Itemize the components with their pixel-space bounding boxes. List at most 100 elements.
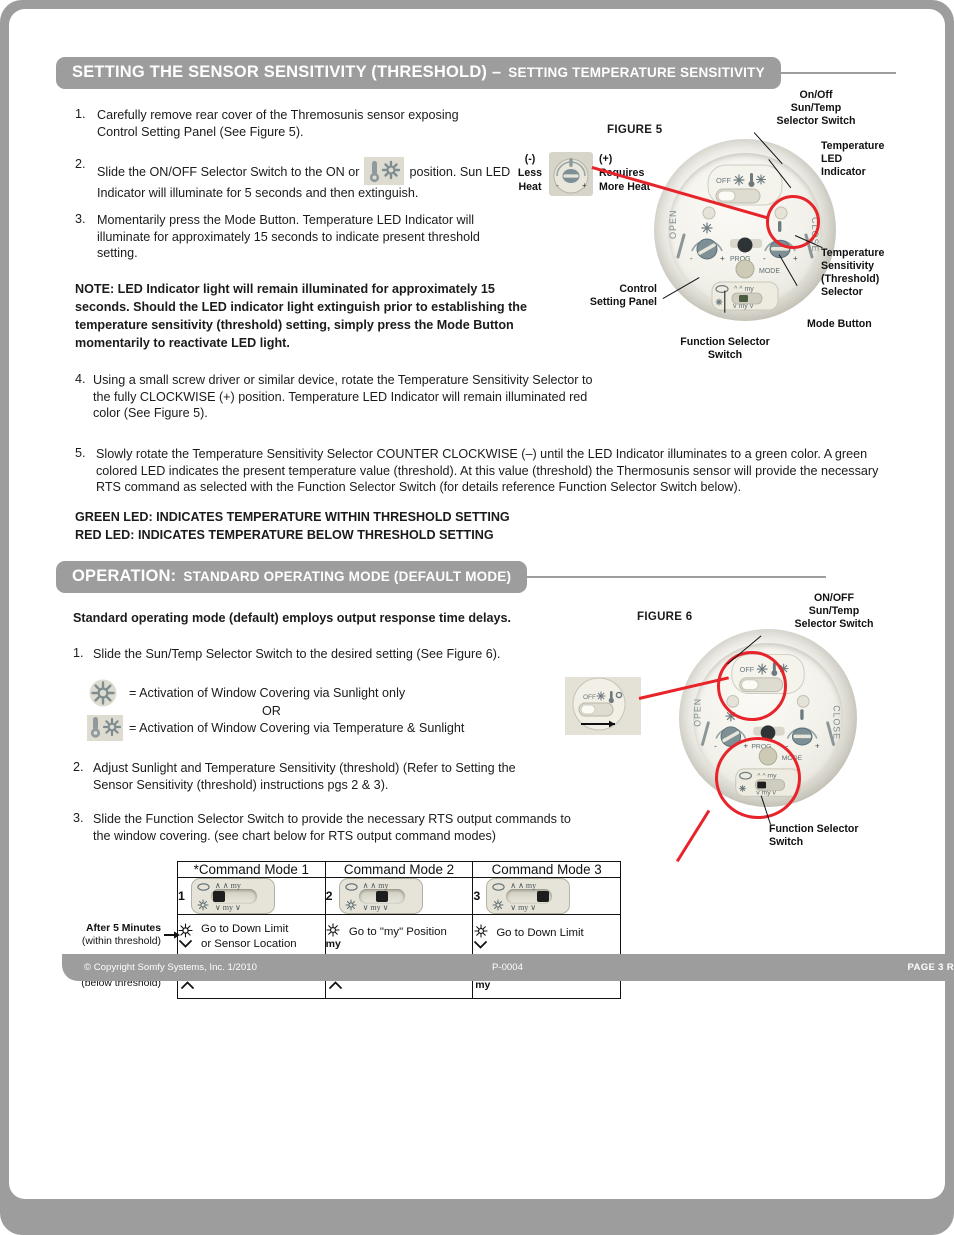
svg-text:-: - — [556, 181, 559, 190]
green-led-note: GREEN LED: INDICATES TEMPERATURE WITHIN … — [75, 510, 510, 524]
banner-pill: SETTING THE SENSOR SENSITIVITY (THRESHOL… — [56, 57, 781, 89]
cell-text-5min-2: Go to "my" Position — [348, 926, 447, 938]
table-row-after-5-minutes: Go to Down Limit or Sensor Location my G… — [177, 914, 621, 959]
note-text: NOTE: LED Indicator light will remain il… — [75, 282, 528, 350]
chevron-down-icon — [179, 940, 192, 949]
chevron-up-icon — [328, 980, 342, 989]
plus-sign: (+) — [599, 153, 613, 165]
figure-5-callout-threshold-selector: Temperature Sensitivity (Threshold) Sele… — [821, 247, 917, 299]
figure-5-callout-led: Temperature LED Indicator — [821, 140, 913, 179]
switch-graphic-mode-3: ∧ ∧ my ∨ my ∨ — [486, 878, 571, 914]
legend-temp-sun-text: = Activation of Window Covering via Temp… — [129, 721, 465, 735]
minus-heat: Heat — [518, 180, 542, 193]
figure-5-callout-control-panel: Control Setting Panel — [565, 283, 657, 309]
table-cell-5min-1: Go to Down Limit or Sensor Location — [177, 914, 326, 959]
legend-or: OR — [262, 704, 281, 718]
label-after-30-minutes: After 30 Minutes (below threshold) ∧ ∧ m… — [53, 954, 954, 990]
my-label: my — [325, 938, 341, 950]
page-footer: © Copyright Somfy Systems, Inc. 1/2010 P… — [62, 954, 954, 981]
cell-text-line1: Go to Down Limit — [201, 923, 289, 936]
banner-title-2: OPERATION: — [72, 567, 177, 585]
table-cell-switch-1: 1 ∧ ∧ my ∨ my ∨ — [177, 877, 326, 915]
table-cell-5min-3: Go to Down Limit — [472, 914, 621, 959]
cell-text-5min-3: Go to Down Limit — [496, 927, 584, 939]
callout-func-l2: Switch — [707, 348, 743, 361]
svg-text:OFF: OFF — [716, 176, 731, 185]
chevron-down-icon — [474, 941, 488, 949]
footer-page-number: PAGE 3 REV 5 — [907, 961, 954, 973]
section-banner-setting-sensitivity: SETTING THE SENSOR SENSITIVITY (THRESHOL… — [56, 57, 896, 89]
switch-graphic-mode-1: ∧ ∧ my ∨ my ∨ — [190, 878, 275, 914]
figure-6-red-pointer-bottom — [675, 809, 711, 863]
figure-5-callout-mode-button: Mode Button — [807, 318, 872, 330]
figure-6-callout-onoff: ON/OFF Sun/Temp Selector Switch — [779, 592, 889, 631]
svg-text:-: - — [714, 741, 717, 750]
banner-rule — [780, 72, 896, 74]
banner-subtitle-2: STANDARD OPERATING MODE (DEFAULT MODE) — [183, 569, 512, 584]
callout-onoff-l3: Selector Switch — [776, 114, 856, 127]
svg-text:+: + — [815, 741, 820, 750]
op-step-1-number: 1. — [73, 646, 84, 660]
legend-temp-sun-icon — [87, 715, 123, 741]
callout-onoff-l1: On/Off — [799, 89, 833, 101]
sun-icon — [326, 923, 340, 937]
svg-text:+: + — [582, 181, 587, 190]
figure-5-inset-dial: - + — [549, 152, 593, 196]
step-3-number: 3. — [75, 212, 86, 226]
table-cell-switch-2: 2 ∧ ∧ my ∨ my ∨ — [324, 877, 474, 915]
callout-func-l1: Function Selector — [680, 336, 770, 348]
figure-6-callout-onoff-l2: Sun/Temp — [808, 604, 860, 617]
cell-text-line2: or Sensor Location — [201, 937, 297, 950]
red-led-note: RED LED: INDICATES TEMPERATURE BELOW THR… — [75, 528, 494, 542]
figure-5-leader-function — [724, 290, 726, 313]
switch-thumb — [537, 891, 550, 902]
legend-sun-icon-svg — [89, 679, 117, 707]
sun-icon — [197, 899, 209, 911]
switch-label-top: ∧ ∧ my — [362, 881, 389, 890]
svg-text:-: - — [690, 254, 693, 263]
callout-led-l2: LED — [821, 152, 843, 165]
op-step-2-number: 2. — [73, 760, 84, 774]
step-4-number: 4. — [75, 372, 86, 386]
minus-less: Less — [517, 166, 543, 179]
cloud-icon — [197, 883, 210, 891]
table-row-switch-graphics: 1 ∧ ∧ my ∨ my ∨ 2 ∧ ∧ my ∨ my ∨ 3 ∧ ∧ my… — [177, 877, 621, 915]
figure-6-inset-switch-svg: OFF — [572, 677, 626, 731]
figure-5-inset-dial-svg: - + — [553, 158, 589, 194]
figure-6-inset-off: OFF — [583, 694, 596, 701]
after-5-min-bold: After 5 Minutes — [85, 923, 161, 934]
step-3-text: Momentarily press the Mode Button. Tempe… — [97, 213, 480, 261]
footer-copyright: © Copyright Somfy Systems, Inc. 1/2010 — [84, 961, 257, 973]
banner-pill-2: OPERATION: STANDARD OPERATING MODE (DEFA… — [56, 561, 528, 593]
step-5-text: Slowly rotate the Temperature Sensitivit… — [96, 447, 879, 495]
op-step-1-text: Slide the Sun/Temp Selector Switch to th… — [93, 647, 501, 661]
chevron-up-icon — [181, 980, 194, 989]
sun-icon — [492, 899, 504, 911]
op-step-3-text: Slide the Function Selector Switch to pr… — [93, 812, 571, 843]
callout-tss-l3: (Threshold) — [821, 272, 880, 285]
sun-my-icon: my — [326, 923, 341, 950]
op-step-2-text: Adjust Sunlight and Temperature Sensitiv… — [93, 761, 516, 792]
figure-6-label: FIGURE 6 — [637, 611, 693, 623]
sun-down-icon — [473, 924, 488, 949]
svg-text:-: - — [763, 254, 766, 263]
section-banner-operation: OPERATION: STANDARD OPERATING MODE (DEFA… — [56, 561, 826, 593]
svg-text:MODE: MODE — [759, 268, 780, 275]
table-cell-switch-3: 3 ∧ ∧ my ∨ my ∨ — [472, 877, 621, 915]
figure-6-inset-switch: OFF — [565, 677, 641, 735]
table-cell-5min-2: my Go to "my" Position — [324, 914, 474, 959]
callout-led-l3: Indicator — [821, 165, 866, 178]
footer-doc-number: P-0004 — [492, 961, 523, 973]
figure-6-callout-onoff-l1: ON/OFF — [813, 592, 855, 604]
callout-tss-l1: Temperature — [821, 247, 885, 259]
callout-ctrl-l2: Setting Panel — [589, 295, 657, 308]
figure-5-callout-function-switch: Function Selector Switch — [667, 336, 783, 362]
cell-text-5min-1: Go to Down Limit or Sensor Location — [201, 922, 297, 951]
figure-6-callout-onoff-l3: Selector Switch — [794, 617, 874, 630]
figure-5-minus-label: (-) Less Heat — [514, 153, 546, 194]
page-sheet: SETTING THE SENSOR SENSITIVITY (THRESHOL… — [9, 9, 954, 1199]
table-header-mode-3: Command Mode 3 — [472, 861, 621, 878]
mode-number-2: 2 — [325, 889, 333, 903]
switch-thumb — [375, 891, 388, 902]
step-1-text: Carefully remove rear cover of the Threm… — [97, 108, 459, 139]
